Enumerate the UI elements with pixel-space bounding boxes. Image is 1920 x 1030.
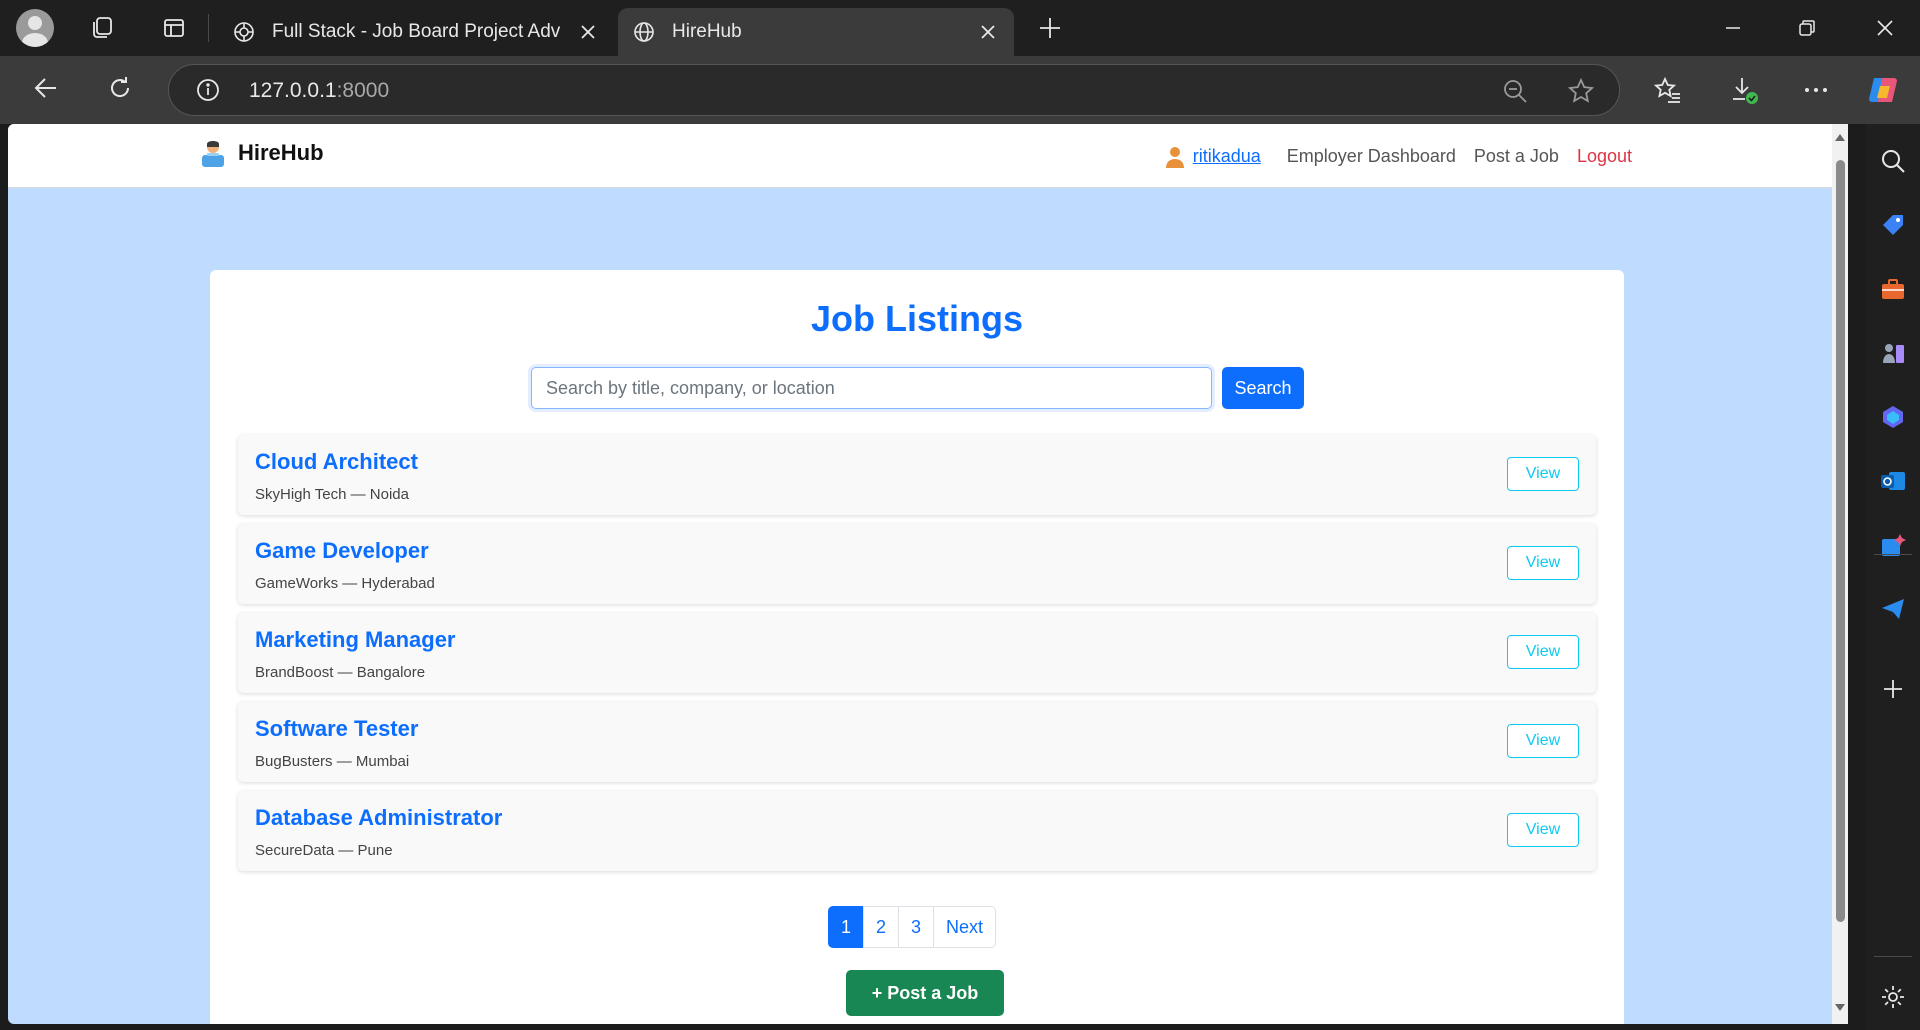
url-port: :8000 — [336, 79, 390, 102]
add-favorite-star-icon[interactable] — [1567, 77, 1595, 105]
job-card: Cloud Architect SkyHigh Tech — Noida Vie… — [238, 435, 1596, 515]
job-title-link[interactable]: Software Tester — [255, 716, 418, 742]
chatgpt-icon — [230, 18, 258, 46]
job-card: Game Developer GameWorks — Hyderabad Vie… — [238, 524, 1596, 604]
pagination: 1 2 3 Next — [828, 906, 997, 948]
reload-icon[interactable] — [100, 68, 140, 108]
globe-icon — [630, 18, 658, 46]
job-company-location: BugBusters — Mumbai — [255, 753, 410, 770]
browser-toolbar: 127.0.0.1:8000 — [0, 56, 1920, 124]
job-company-location: GameWorks — Hyderabad — [255, 575, 435, 592]
nav-employer-dashboard-link[interactable]: Employer Dashboard — [1287, 146, 1456, 167]
browser-tab-chatgpt[interactable]: Full Stack - Job Board Project Adv — [218, 8, 614, 56]
sidebar-divider — [1874, 554, 1912, 555]
page-link-1[interactable]: 1 — [828, 906, 865, 948]
tab-title: HireHub — [672, 21, 742, 42]
sidebar-divider — [1874, 956, 1912, 957]
address-bar[interactable]: 127.0.0.1:8000 — [168, 64, 1620, 116]
page-scrollbar[interactable] — [1832, 124, 1848, 1024]
job-card: Software Tester BugBusters — Mumbai View — [238, 702, 1596, 782]
job-company-location: BrandBoost — Bangalore — [255, 664, 426, 681]
post-job-button[interactable]: + Post a Job — [846, 970, 1004, 1016]
url-text: 127.0.0.1:8000 — [249, 79, 389, 103]
job-title-link[interactable]: Game Developer — [255, 538, 429, 564]
add-icon[interactable] — [1876, 672, 1910, 706]
nav-username-link[interactable]: ritikadua — [1193, 146, 1261, 167]
brand-name: HireHub — [238, 140, 324, 165]
user-avatar-icon — [1165, 147, 1184, 168]
page-link-3[interactable]: 3 — [898, 906, 935, 948]
site-navbar: HireHub ritikadua Employer Dashboard Pos… — [8, 124, 1832, 188]
nav-links: ritikadua Employer Dashboard Post a Job … — [1163, 144, 1632, 168]
downloads-icon[interactable] — [1724, 70, 1764, 110]
copilot-icon[interactable] — [1864, 70, 1904, 110]
tab-title: Full Stack - Job Board Project Adv — [272, 21, 561, 42]
nav-user: ritikadua — [1163, 144, 1261, 168]
browser-sidebar — [1866, 124, 1920, 1030]
page-link-next[interactable]: Next — [933, 906, 997, 948]
copilot-app-icon[interactable] — [1876, 400, 1910, 434]
tab-actions-icon[interactable] — [156, 10, 192, 46]
view-job-button[interactable]: View — [1507, 546, 1579, 580]
send-telegram-icon[interactable] — [1876, 592, 1910, 626]
window-close-icon[interactable] — [1860, 10, 1910, 46]
search-input[interactable] — [531, 367, 1212, 409]
games-chess-icon[interactable] — [1876, 336, 1910, 370]
job-listings-card: Job Listings Search Cloud Architect SkyH… — [210, 270, 1624, 1024]
view-job-button[interactable]: View — [1507, 724, 1579, 758]
job-list: Cloud Architect SkyHigh Tech — Noida Vie… — [238, 435, 1596, 880]
designer-icon[interactable] — [1876, 528, 1910, 562]
back-arrow-icon[interactable] — [26, 68, 66, 108]
workspaces-icon[interactable] — [84, 10, 120, 46]
scroll-down-arrow-icon[interactable] — [1835, 1004, 1845, 1011]
nav-post-job-link[interactable]: Post a Job — [1474, 146, 1559, 167]
close-tab-icon[interactable] — [972, 16, 1004, 48]
settings-gear-icon[interactable] — [1876, 980, 1910, 1014]
view-job-button[interactable]: View — [1507, 457, 1579, 491]
brand-logo[interactable]: HireHub — [198, 138, 324, 168]
site-info-icon[interactable] — [195, 77, 221, 103]
job-seeker-icon — [202, 141, 224, 167]
job-title-link[interactable]: Cloud Architect — [255, 449, 418, 475]
close-tab-icon[interactable] — [572, 16, 604, 48]
favorites-icon[interactable] — [1648, 70, 1688, 110]
tab-separator — [208, 14, 209, 42]
search-button[interactable]: Search — [1222, 367, 1304, 409]
view-job-button[interactable]: View — [1507, 813, 1579, 847]
url-host: 127.0.0.1 — [249, 79, 337, 102]
restore-icon[interactable] — [1782, 10, 1832, 46]
tools-briefcase-icon[interactable] — [1876, 272, 1910, 306]
job-company-location: SkyHigh Tech — Noida — [255, 486, 409, 503]
scroll-up-arrow-icon[interactable] — [1835, 134, 1845, 141]
new-tab-icon[interactable] — [1030, 10, 1070, 46]
browser-tab-bar: Full Stack - Job Board Project Adv HireH… — [0, 0, 1920, 56]
more-options-icon[interactable] — [1796, 70, 1836, 110]
job-card: Marketing Manager BrandBoost — Bangalore… — [238, 613, 1596, 693]
zoom-out-icon[interactable] — [1501, 77, 1529, 105]
profile-avatar[interactable] — [16, 9, 54, 47]
job-card: Database Administrator SecureData — Pune… — [238, 791, 1596, 871]
page-title: Job Listings — [810, 298, 1023, 339]
nav-logout-link[interactable]: Logout — [1577, 146, 1632, 167]
search-icon[interactable] — [1876, 144, 1910, 178]
browser-tab-hirehub[interactable]: HireHub — [618, 8, 1014, 56]
job-title-link[interactable]: Marketing Manager — [255, 627, 456, 653]
shopping-tag-icon[interactable] — [1876, 208, 1910, 242]
minimize-icon[interactable] — [1708, 10, 1758, 46]
outlook-icon[interactable] — [1876, 464, 1910, 498]
scrollbar-thumb[interactable] — [1836, 160, 1845, 922]
job-company-location: SecureData — Pune — [255, 842, 393, 859]
view-job-button[interactable]: View — [1507, 635, 1579, 669]
page-viewport: HireHub ritikadua Employer Dashboard Pos… — [8, 124, 1848, 1024]
job-title-link[interactable]: Database Administrator — [255, 805, 502, 831]
page-link-2[interactable]: 2 — [863, 906, 900, 948]
